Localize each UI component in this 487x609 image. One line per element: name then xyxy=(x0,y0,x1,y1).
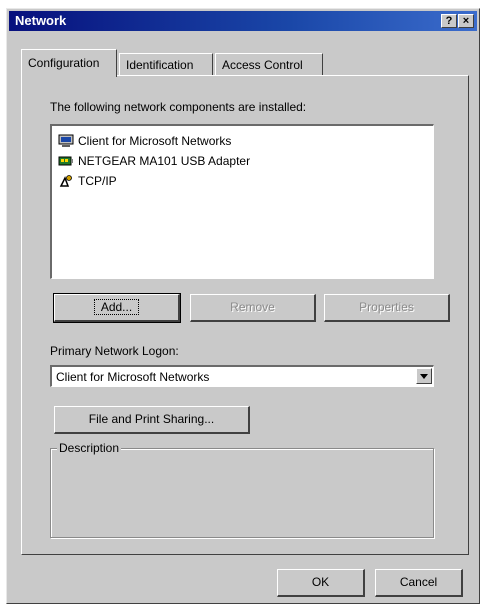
list-item[interactable]: TCP/IP xyxy=(58,172,117,190)
network-adapter-icon xyxy=(58,156,73,166)
network-client-icon xyxy=(58,134,74,147)
file-print-sharing-button[interactable]: File and Print Sharing... xyxy=(54,406,250,434)
list-item-label: TCP/IP xyxy=(78,174,117,188)
list-item-label: NETGEAR MA101 USB Adapter xyxy=(78,154,251,168)
network-dialog: Network ? × Configuration Identification… xyxy=(6,8,480,604)
dropdown-button[interactable] xyxy=(416,368,432,384)
remove-button[interactable]: Remove xyxy=(190,294,316,322)
configuration-panel: The following network components are ins… xyxy=(21,75,469,555)
add-button[interactable]: Add... xyxy=(53,293,181,323)
tab-access-control[interactable]: Access Control xyxy=(215,53,323,75)
list-item[interactable]: NETGEAR MA101 USB Adapter xyxy=(58,152,250,170)
tab-configuration[interactable]: Configuration xyxy=(21,49,117,77)
properties-button[interactable]: Properties xyxy=(324,294,450,322)
add-button-label: Add... xyxy=(93,299,140,315)
cancel-button[interactable]: Cancel xyxy=(375,569,463,597)
window-title: Network xyxy=(15,13,67,28)
protocol-icon xyxy=(59,175,72,187)
dropdown-value: Client for Microsoft Networks xyxy=(56,370,210,384)
description-label: Description xyxy=(57,441,122,455)
close-button[interactable]: × xyxy=(458,14,474,28)
title-bar[interactable]: Network ? × xyxy=(9,11,477,31)
primary-logon-label: Primary Network Logon: xyxy=(50,344,179,358)
list-item-label: Client for Microsoft Networks xyxy=(78,134,232,148)
tab-identification[interactable]: Identification xyxy=(119,53,213,75)
components-listbox[interactable]: Client for Microsoft Networks NETGEAR MA… xyxy=(50,124,434,279)
description-groupbox: Description xyxy=(50,441,434,538)
list-item[interactable]: Client for Microsoft Networks xyxy=(58,132,231,150)
components-label: The following network components are ins… xyxy=(50,100,307,114)
help-button[interactable]: ? xyxy=(441,14,457,28)
primary-logon-dropdown[interactable]: Client for Microsoft Networks xyxy=(50,365,434,387)
chevron-down-icon xyxy=(420,374,428,379)
ok-button[interactable]: OK xyxy=(277,569,365,597)
